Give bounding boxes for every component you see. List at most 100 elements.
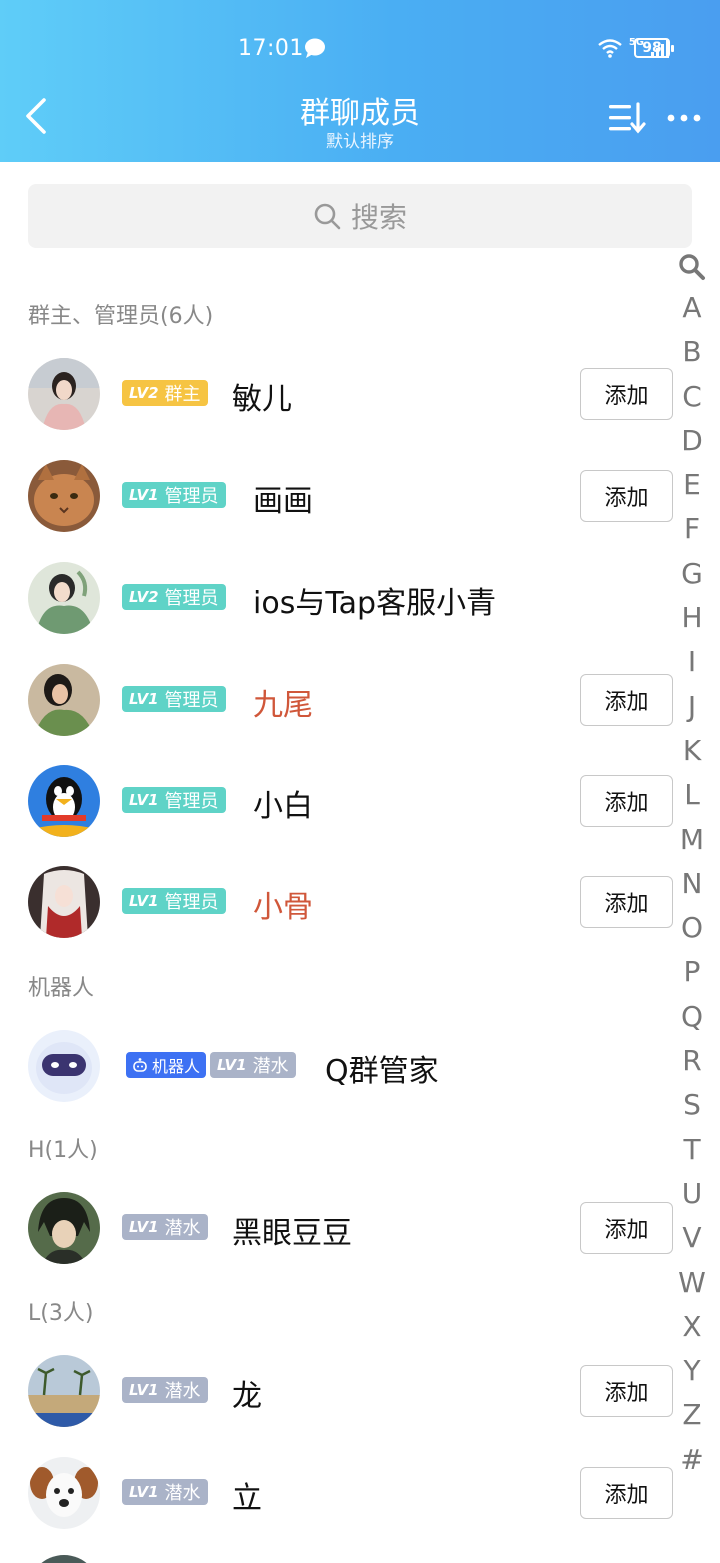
index-letter-h[interactable]: H xyxy=(672,596,712,640)
section-header-robots: 机器人 xyxy=(28,976,95,1001)
index-letter-w[interactable]: W xyxy=(672,1261,712,1305)
member-name: 小白 xyxy=(253,789,313,824)
add-friend-button[interactable]: 添加 xyxy=(580,1467,673,1519)
member-row[interactable]: LV1 管理员 小骨 添加 xyxy=(0,852,680,952)
add-friend-button[interactable]: 添加 xyxy=(580,470,673,522)
member-row[interactable]: LV2 群主 敏儿 添加 xyxy=(0,344,680,444)
member-badges: 机器人 LV1 潜水 xyxy=(126,1052,296,1078)
index-letter-q[interactable]: Q xyxy=(672,995,712,1039)
add-friend-button[interactable]: 添加 xyxy=(580,368,673,420)
alphabet-index[interactable]: A B C D E F G H I J K L M N O P Q R S T U V W X Y Z # xyxy=(672,248,712,1482)
member-name: 龙 xyxy=(232,1379,262,1414)
member-badges: LV1 管理员 xyxy=(122,888,226,914)
index-letter-e[interactable]: E xyxy=(672,463,712,507)
avatar[interactable] xyxy=(28,1457,100,1529)
wifi-icon xyxy=(598,39,622,58)
member-row[interactable]: LV1 管理员 九尾 添加 xyxy=(0,650,680,750)
avatar[interactable] xyxy=(28,664,100,736)
level-badge: LV1 潜水 xyxy=(122,1377,208,1403)
level-badge: LV2 群主 xyxy=(122,380,208,406)
member-name: 敏儿 xyxy=(232,382,292,417)
level-badge: LV1 潜水 xyxy=(210,1052,296,1078)
index-letter-y[interactable]: Y xyxy=(672,1349,712,1393)
member-badges: LV2 管理员 xyxy=(122,584,226,610)
index-letter-m[interactable]: M xyxy=(672,818,712,862)
index-letter-k[interactable]: K xyxy=(672,729,712,773)
member-row[interactable]: LV1 潜水 立 添加 xyxy=(0,1443,680,1543)
member-row[interactable]: LV1 潜水 龙 添加 xyxy=(0,1341,680,1441)
avatar[interactable] xyxy=(28,1355,100,1427)
index-letter-l[interactable]: L xyxy=(672,773,712,817)
avatar[interactable] xyxy=(28,866,100,938)
index-letter-g[interactable]: G xyxy=(672,552,712,596)
index-letter-t[interactable]: T xyxy=(672,1128,712,1172)
index-letter-n[interactable]: N xyxy=(672,862,712,906)
section-header-admins: 群主、管理员(6人) xyxy=(28,304,214,329)
index-search-icon[interactable] xyxy=(672,248,712,286)
avatar[interactable] xyxy=(28,460,100,532)
member-badges: LV2 群主 xyxy=(122,380,208,406)
member-name: 小骨 xyxy=(253,890,313,925)
member-badges: LV1 管理员 xyxy=(122,482,226,508)
level-badge: LV1 管理员 xyxy=(122,888,226,914)
add-friend-button[interactable]: 添加 xyxy=(580,1365,673,1417)
member-name: 立 xyxy=(232,1481,262,1516)
search-input[interactable]: 搜索 xyxy=(28,184,692,248)
avatar[interactable] xyxy=(28,1192,100,1264)
index-letter-o[interactable]: O xyxy=(672,906,712,950)
index-letter-u[interactable]: U xyxy=(672,1172,712,1216)
member-name: 画画 xyxy=(253,484,313,519)
index-letter-i[interactable]: I xyxy=(672,640,712,684)
add-friend-button[interactable]: 添加 xyxy=(580,674,673,726)
member-row[interactable]: LV2 管理员 ios与Tap客服小青 xyxy=(0,548,680,648)
index-letter-s[interactable]: S xyxy=(672,1083,712,1127)
index-letter-v[interactable]: V xyxy=(672,1216,712,1260)
add-friend-button[interactable]: 添加 xyxy=(580,1202,673,1254)
index-letter-p[interactable]: P xyxy=(672,950,712,994)
avatar[interactable] xyxy=(28,1030,100,1102)
member-row[interactable]: 机器人 LV1 潜水 Q群管家 xyxy=(0,1016,680,1116)
robot-badge: 机器人 xyxy=(126,1052,207,1078)
level-badge: LV1 潜水 xyxy=(122,1479,208,1505)
member-name: 黑眼豆豆 xyxy=(232,1216,352,1251)
index-letter-x[interactable]: X xyxy=(672,1305,712,1349)
avatar[interactable] xyxy=(28,358,100,430)
index-letter-b[interactable]: B xyxy=(672,330,712,374)
level-badge: LV1 管理员 xyxy=(122,787,226,813)
avatar[interactable] xyxy=(28,562,100,634)
app-header: 17:01 5G 98 群聊成员 默认排序 xyxy=(0,0,720,162)
message-notification-icon xyxy=(305,38,325,58)
search-icon xyxy=(314,203,341,230)
member-badges: LV1 潜水 xyxy=(122,1214,208,1240)
battery-indicator: 98 xyxy=(634,38,674,58)
member-name: ios与Tap客服小青 xyxy=(253,586,497,621)
member-row[interactable]: LV1 潜水 黑眼豆豆 添加 xyxy=(0,1178,680,1278)
status-time: 17:01 xyxy=(238,36,304,61)
add-friend-button[interactable]: 添加 xyxy=(580,876,673,928)
member-badges: LV1 管理员 xyxy=(122,787,226,813)
level-badge: LV1 管理员 xyxy=(122,482,226,508)
level-badge: LV2 管理员 xyxy=(122,584,226,610)
index-letter-a[interactable]: A xyxy=(672,286,712,330)
member-row[interactable]: LV1 管理员 画画 添加 xyxy=(0,446,680,546)
level-badge: LV1 管理员 xyxy=(122,686,226,712)
member-badges: LV1 潜水 xyxy=(122,1479,208,1505)
section-header-h: H(1人) xyxy=(28,1138,98,1163)
index-letter-c[interactable]: C xyxy=(672,375,712,419)
sort-icon[interactable] xyxy=(606,100,646,136)
search-placeholder: 搜索 xyxy=(350,201,407,234)
avatar[interactable] xyxy=(28,1555,100,1563)
robot-icon xyxy=(133,1058,147,1072)
index-letter-r[interactable]: R xyxy=(672,1039,712,1083)
index-letter-f[interactable]: F xyxy=(672,507,712,551)
index-letter-hash[interactable]: # xyxy=(672,1438,712,1482)
member-row[interactable]: LV1 管理员 小白 添加 xyxy=(0,751,680,851)
more-options-icon[interactable] xyxy=(664,106,704,130)
member-badges: LV1 潜水 xyxy=(122,1377,208,1403)
member-badges: LV1 管理员 xyxy=(122,686,226,712)
index-letter-d[interactable]: D xyxy=(672,419,712,463)
index-letter-z[interactable]: Z xyxy=(672,1393,712,1437)
avatar[interactable] xyxy=(28,765,100,837)
index-letter-j[interactable]: J xyxy=(672,685,712,729)
add-friend-button[interactable]: 添加 xyxy=(580,775,673,827)
